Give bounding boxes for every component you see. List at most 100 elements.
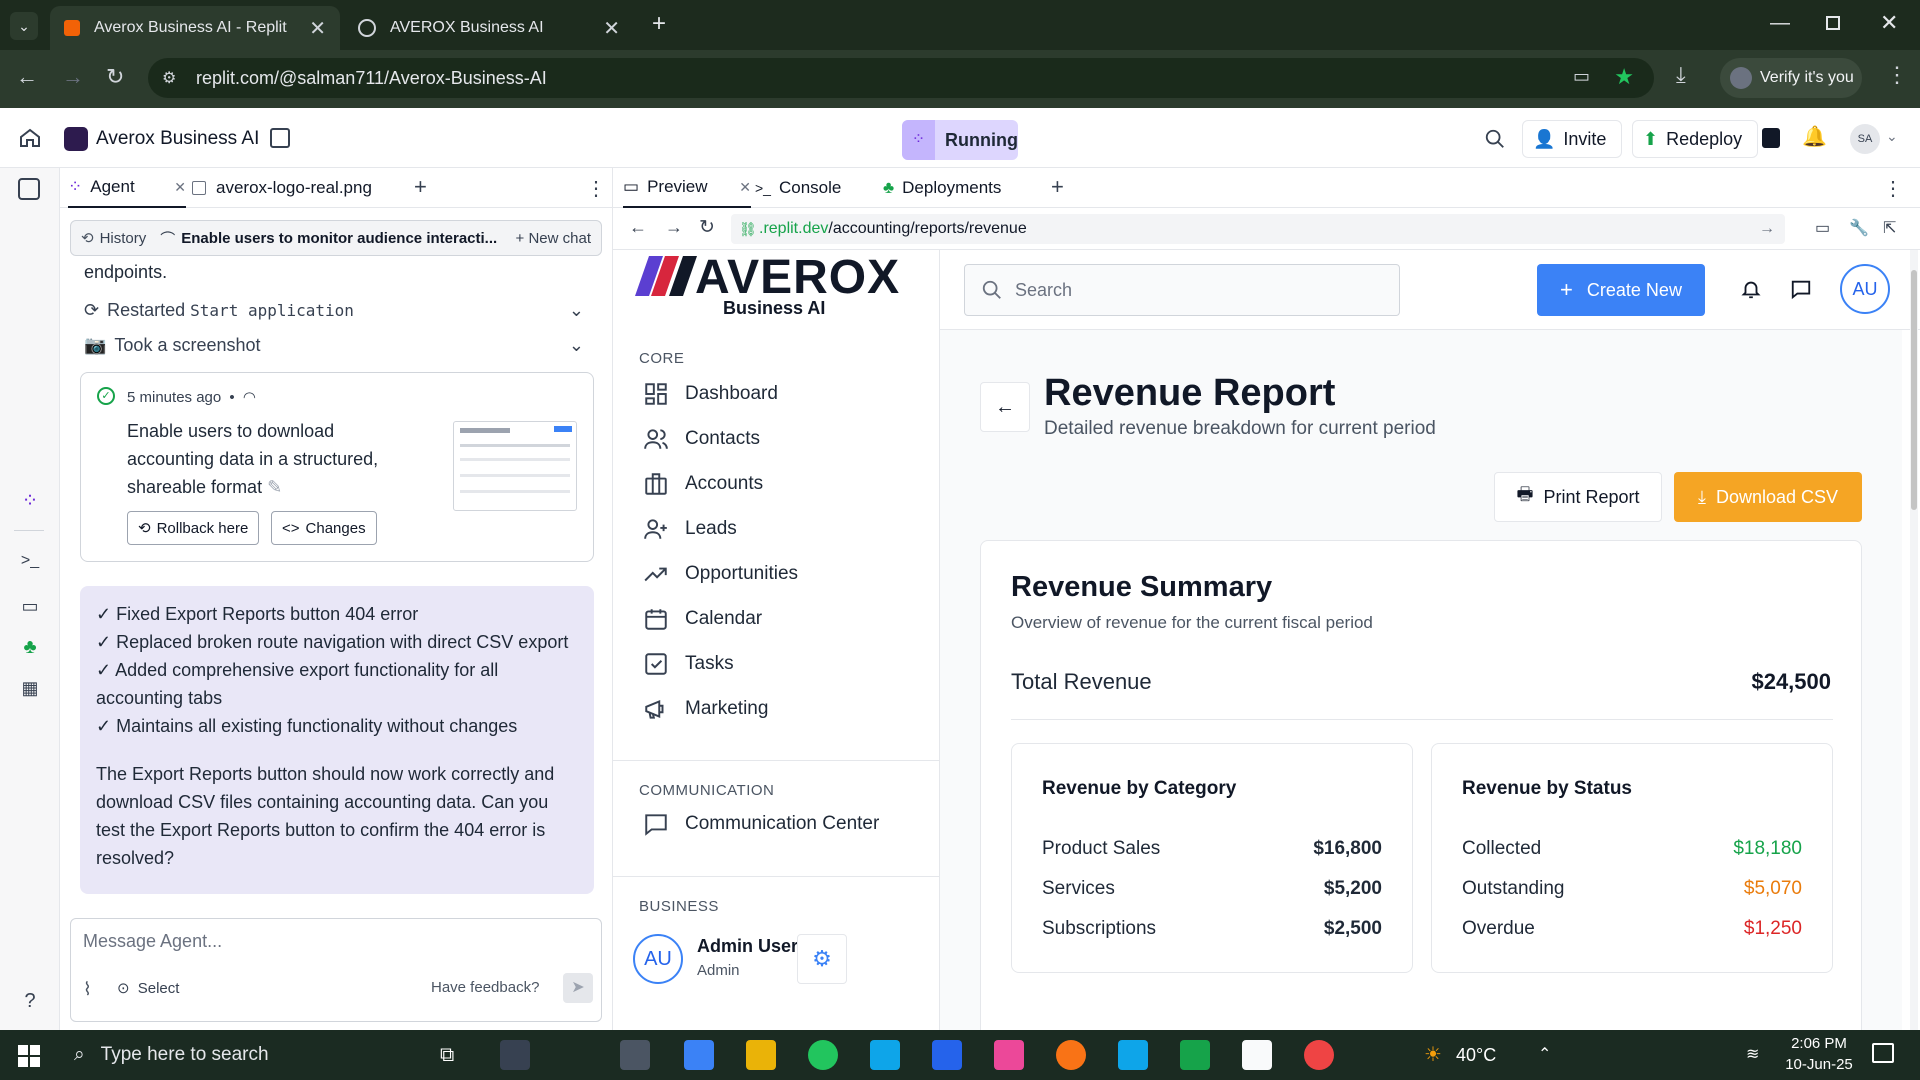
tray-chevron-icon[interactable]: ⌃ bbox=[1538, 1044, 1551, 1064]
attach-icon[interactable]: ⌇ bbox=[83, 979, 92, 1000]
project-name[interactable]: Averox Business AI bbox=[96, 128, 259, 150]
help-icon[interactable]: ? bbox=[18, 990, 42, 1014]
select-button[interactable]: ⊙ Select bbox=[117, 979, 179, 997]
preview-url-field[interactable]: ⛓ .replit.dev/accounting/reports/revenue… bbox=[731, 214, 1785, 244]
tab-console[interactable]: >_ Console bbox=[755, 168, 875, 208]
settings-app-icon[interactable] bbox=[620, 1040, 650, 1070]
redeploy-button[interactable]: ⬆ Redeploy bbox=[1632, 120, 1758, 158]
devtools-icon[interactable]: 🔧 bbox=[1849, 218, 1869, 238]
network-icon[interactable]: ≋ bbox=[1746, 1044, 1759, 1064]
chevron-down-icon[interactable]: ⌄ bbox=[569, 335, 584, 356]
files-toggle-icon[interactable] bbox=[18, 178, 40, 200]
restore-icon[interactable] bbox=[1826, 16, 1840, 30]
tab-deployments[interactable]: ♣ Deployments bbox=[883, 168, 1043, 208]
screenshot-action[interactable]: 📷 Took a screenshot ⌄ bbox=[84, 331, 594, 359]
camera-app-icon[interactable] bbox=[500, 1040, 530, 1070]
more-options-icon[interactable]: ⋮ bbox=[586, 176, 606, 201]
install-app-icon[interactable]: ▭ bbox=[1573, 66, 1590, 87]
history-icon[interactable]: ⟲ bbox=[81, 229, 94, 247]
user-avatar[interactable]: SA bbox=[1850, 124, 1880, 154]
close-tab-icon[interactable]: ✕ bbox=[309, 16, 326, 41]
reload-icon[interactable]: ↻ bbox=[106, 64, 124, 90]
close-tab-icon[interactable]: ✕ bbox=[603, 16, 620, 41]
nav-accounts[interactable]: Accounts bbox=[643, 466, 763, 502]
outlook-app-icon[interactable] bbox=[870, 1040, 900, 1070]
back-icon[interactable]: ← bbox=[629, 217, 647, 238]
home-icon[interactable] bbox=[18, 126, 42, 150]
file-explorer-icon[interactable] bbox=[746, 1040, 776, 1070]
settings-gear-icon[interactable]: ⚙ bbox=[797, 934, 847, 984]
close-window-icon[interactable]: ✕ bbox=[1880, 10, 1898, 36]
verify-button[interactable]: Verify it's you bbox=[1720, 58, 1862, 98]
extensions-icon[interactable] bbox=[1762, 128, 1780, 148]
all-tools-icon[interactable]: ▦ bbox=[18, 678, 42, 702]
reload-icon[interactable]: ↻ bbox=[699, 216, 715, 239]
more-options-icon[interactable]: ⋮ bbox=[1883, 176, 1903, 201]
chevron-down-icon[interactable]: ⌄ bbox=[569, 300, 584, 321]
chrome-menu-icon[interactable]: ⋮ bbox=[1886, 62, 1908, 88]
changes-button[interactable]: <> Changes bbox=[271, 511, 377, 545]
tab-list-chevron-icon[interactable]: ⌄ bbox=[10, 12, 38, 40]
download-csv-button[interactable]: ⤓ Download CSV bbox=[1674, 472, 1862, 522]
taskbar-time[interactable]: 2:06 PM bbox=[1784, 1035, 1854, 1052]
forward-icon[interactable]: → bbox=[62, 64, 84, 90]
new-tab-icon[interactable]: + bbox=[1051, 174, 1064, 200]
windows-start-icon[interactable] bbox=[18, 1045, 40, 1067]
search-box[interactable]: Search bbox=[964, 264, 1400, 316]
tab-agent[interactable]: ⁘ Agent ✕ bbox=[68, 168, 186, 208]
address-bar[interactable]: ⚙ replit.com/@salman711/Averox-Business-… bbox=[148, 58, 1654, 98]
rollback-button[interactable]: ⟲ Rollback here bbox=[127, 511, 260, 545]
chrome-app-icon[interactable] bbox=[808, 1040, 838, 1070]
browser-tab-averox[interactable]: AVEROX Business AI ✕ bbox=[344, 6, 634, 50]
vscode-app-icon[interactable] bbox=[1118, 1040, 1148, 1070]
run-status-button[interactable]: ⁘ Running bbox=[902, 120, 1018, 160]
chrome-active-icon[interactable] bbox=[1304, 1040, 1334, 1070]
bookmark-star-icon[interactable]: ★ bbox=[1614, 64, 1634, 90]
restarted-action[interactable]: ⟳ Restarted Start application ⌄ bbox=[84, 296, 594, 324]
browser-tab-replit[interactable]: Averox Business AI - Replit ✕ bbox=[50, 6, 340, 50]
chat-title[interactable]: Enable users to monitor audience interac… bbox=[181, 230, 497, 247]
averox-logo[interactable]: AVEROX Business AI bbox=[633, 251, 913, 318]
nav-communication-center[interactable]: Communication Center bbox=[643, 806, 879, 842]
nav-opportunities[interactable]: Opportunities bbox=[643, 556, 798, 592]
preview-icon[interactable]: ▭ bbox=[18, 596, 42, 620]
user-avatar[interactable]: AU bbox=[1840, 264, 1890, 314]
nav-tasks[interactable]: Tasks bbox=[643, 646, 734, 682]
word-app-icon[interactable] bbox=[932, 1040, 962, 1070]
weather-icon[interactable]: ☀ bbox=[1424, 1042, 1442, 1067]
checkpoint-thumbnail[interactable] bbox=[453, 421, 577, 511]
user-profile[interactable]: AU Admin User Admin ⚙ bbox=[633, 930, 933, 990]
back-icon[interactable]: ← bbox=[16, 64, 38, 90]
message-input[interactable]: Message Agent... bbox=[83, 931, 583, 952]
tab-preview[interactable]: ▭ Preview ✕ bbox=[623, 168, 751, 208]
arrow-right-icon[interactable]: → bbox=[1759, 214, 1775, 244]
store-app-icon[interactable] bbox=[684, 1040, 714, 1070]
nav-marketing[interactable]: Marketing bbox=[643, 691, 768, 727]
new-tab-icon[interactable]: + bbox=[652, 10, 666, 38]
invite-button[interactable]: 👤 Invite bbox=[1522, 120, 1622, 158]
forward-icon[interactable]: → bbox=[665, 217, 683, 238]
taskbar-search[interactable]: ⌕ Type here to search bbox=[60, 1030, 440, 1080]
agent-icon[interactable]: ⁘ bbox=[18, 488, 42, 512]
console-icon[interactable]: >_ bbox=[18, 552, 42, 576]
notifications-bell-icon[interactable]: 🔔 bbox=[1802, 124, 1827, 149]
firefox-app-icon[interactable] bbox=[1056, 1040, 1086, 1070]
send-button[interactable]: ➤ bbox=[563, 973, 593, 1003]
history-button[interactable]: History bbox=[100, 230, 147, 247]
new-tab-icon[interactable]: + bbox=[414, 174, 427, 200]
taskbar-date[interactable]: 10-Jun-25 bbox=[1784, 1056, 1854, 1073]
chevron-down-icon[interactable]: ⌄ bbox=[1886, 128, 1898, 145]
nav-leads[interactable]: Leads bbox=[643, 511, 737, 547]
devices-icon[interactable]: ▭ bbox=[1815, 218, 1830, 238]
notifications-bell-icon[interactable] bbox=[1740, 278, 1762, 300]
excel-app-icon[interactable] bbox=[1180, 1040, 1210, 1070]
messages-icon[interactable] bbox=[1790, 278, 1812, 300]
weather-temp[interactable]: 40°C bbox=[1456, 1045, 1496, 1066]
open-external-icon[interactable]: ⇱ bbox=[1883, 218, 1896, 238]
nav-dashboard[interactable]: Dashboard bbox=[643, 376, 778, 412]
paint-app-icon[interactable] bbox=[994, 1040, 1024, 1070]
back-button[interactable]: ← bbox=[980, 382, 1030, 432]
search-icon[interactable] bbox=[1484, 128, 1506, 150]
feedback-link[interactable]: Have feedback? bbox=[431, 979, 539, 996]
close-tab-icon[interactable]: ✕ bbox=[739, 179, 751, 196]
